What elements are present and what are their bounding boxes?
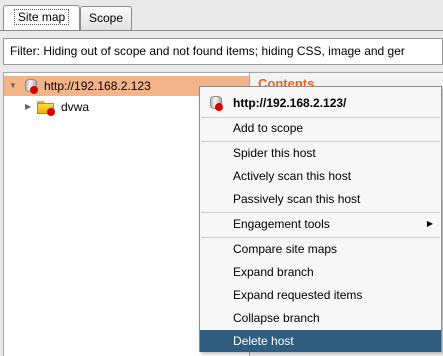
menu-item-collapse-branch[interactable]: Collapse branch [200, 307, 441, 329]
host-icon [25, 79, 38, 94]
status-dot-icon [30, 86, 38, 94]
status-dot-icon [215, 103, 223, 111]
context-menu-header-label: http://192.168.2.123/ [233, 96, 347, 110]
expand-arrow-icon[interactable]: ▼ [9, 81, 17, 90]
tab-site-map-label: Site map [13, 9, 70, 25]
tab-divider [0, 30, 443, 31]
menu-item-expand-branch[interactable]: Expand branch [200, 261, 441, 283]
filter-bar[interactable]: Filter: Hiding out of scope and not foun… [3, 38, 443, 65]
tab-site-map[interactable]: Site map [3, 5, 80, 31]
menu-item-engagement-tools[interactable]: Engagement tools ▶ [200, 213, 441, 235]
menu-item-delete-host[interactable]: Delete host [200, 330, 441, 352]
submenu-arrow-icon: ▶ [426, 219, 433, 228]
tab-scope[interactable]: Scope [80, 6, 132, 30]
context-menu: http://192.168.2.123/ Add to scope Spide… [199, 86, 442, 352]
menu-item-add-to-scope[interactable]: Add to scope [200, 117, 441, 139]
tree-item-host-label: http://192.168.2.123 [44, 79, 151, 93]
tab-scope-label: Scope [88, 11, 124, 25]
menu-item-engagement-tools-label: Engagement tools [233, 217, 330, 231]
collapsed-arrow-icon[interactable]: ▶ [25, 102, 31, 111]
menu-item-passive-scan[interactable]: Passively scan this host [200, 188, 441, 210]
menu-item-expand-requested[interactable]: Expand requested items [200, 284, 441, 306]
context-menu-header: http://192.168.2.123/ [200, 87, 441, 115]
tree-item-dvwa-label: dvwa [61, 100, 90, 114]
menu-item-active-scan[interactable]: Actively scan this host [200, 165, 441, 187]
menu-item-spider-host[interactable]: Spider this host [200, 142, 441, 164]
tab-bar: Site map Scope [0, 0, 443, 31]
menu-item-compare-site-maps[interactable]: Compare site maps [200, 238, 441, 260]
status-dot-icon [47, 108, 55, 116]
folder-icon [37, 101, 55, 116]
host-icon [210, 96, 223, 111]
